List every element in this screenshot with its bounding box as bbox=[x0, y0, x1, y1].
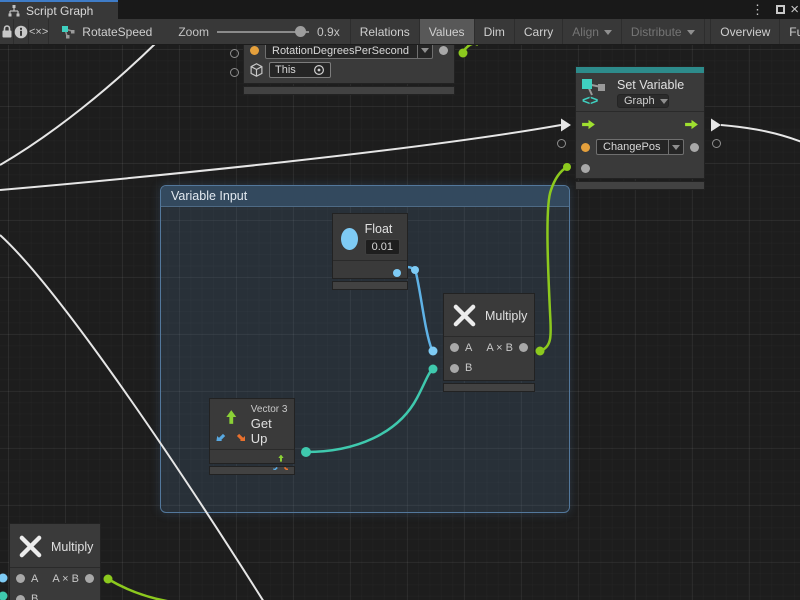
zoom-control: Zoom 0.9x bbox=[168, 19, 350, 44]
toolbar-button-values[interactable]: Values bbox=[420, 19, 475, 44]
multiply-icon bbox=[18, 534, 43, 559]
lock-icon bbox=[1, 25, 13, 38]
lock-button[interactable] bbox=[0, 19, 14, 44]
node-title: Set Variable bbox=[617, 78, 684, 92]
node-multiply-2[interactable]: Multiply A A × B B bbox=[9, 523, 101, 600]
port-value-output[interactable] bbox=[393, 269, 401, 277]
node-title: Multiply bbox=[485, 309, 527, 323]
port-value-input[interactable] bbox=[250, 46, 259, 55]
port-value-input[interactable] bbox=[581, 143, 590, 152]
port-input-a[interactable] bbox=[16, 574, 25, 583]
script-graph-window: Variable Input bbox=[0, 0, 800, 600]
tab-bar: Script Graph ⋮ × bbox=[0, 0, 800, 19]
float-value-input[interactable]: 0.01 bbox=[365, 239, 400, 255]
info-button[interactable] bbox=[14, 19, 29, 44]
set-variable-icon: <> bbox=[581, 77, 611, 106]
variable-scope-dropdown[interactable]: Graph bbox=[617, 94, 669, 108]
maximize-icon bbox=[776, 5, 785, 14]
chevron-down-icon[interactable] bbox=[668, 140, 683, 154]
toolbar-button-align[interactable]: Align bbox=[563, 19, 622, 44]
svg-text:<>: <> bbox=[582, 92, 598, 106]
port-ring[interactable] bbox=[557, 139, 566, 148]
zoom-label: Zoom bbox=[178, 25, 209, 39]
port-output[interactable] bbox=[519, 343, 528, 352]
graph-icon bbox=[61, 25, 75, 39]
port-ring[interactable] bbox=[230, 68, 239, 77]
toolbar-spacer bbox=[705, 19, 712, 44]
variable-name-dropdown[interactable]: ChangePos bbox=[596, 139, 684, 155]
chevron-down-icon bbox=[687, 30, 695, 35]
vector3-icon bbox=[216, 410, 245, 441]
close-icon: × bbox=[790, 2, 799, 17]
node-vector3-get-up[interactable]: Vector 3 Get Up bbox=[209, 398, 295, 475]
port-value-output[interactable] bbox=[439, 46, 448, 55]
node-multiply[interactable]: Multiply A A × B B bbox=[443, 293, 535, 392]
graph-breadcrumb[interactable]: RotateSpeed bbox=[49, 19, 162, 44]
scope-label: Graph bbox=[624, 95, 655, 107]
port-label: B bbox=[465, 362, 472, 374]
info-icon bbox=[14, 25, 28, 39]
node-title: Float bbox=[365, 222, 393, 236]
group-header[interactable]: Variable Input bbox=[161, 186, 569, 207]
flow-output-port[interactable] bbox=[684, 119, 699, 130]
float-icon bbox=[341, 228, 358, 250]
object-picker-icon[interactable] bbox=[313, 64, 325, 76]
zoom-slider[interactable] bbox=[217, 31, 309, 33]
port-fallback-input[interactable] bbox=[581, 164, 590, 173]
target-field[interactable]: This bbox=[269, 62, 331, 78]
chevron-down-icon[interactable] bbox=[417, 44, 432, 58]
toolbar-button-carry[interactable]: Carry bbox=[515, 19, 563, 44]
toolbar-button-overview[interactable]: Overview bbox=[711, 19, 780, 44]
cube-icon bbox=[250, 63, 263, 77]
zoom-value: 0.9x bbox=[317, 25, 340, 39]
graph-toolbar: <×> RotateSpeed Zoom 0.9x Relations Valu… bbox=[0, 19, 800, 45]
port-input-b[interactable] bbox=[450, 364, 459, 373]
port-label: A × B bbox=[486, 342, 513, 354]
script-graph-icon bbox=[8, 5, 20, 17]
port-input-b[interactable] bbox=[16, 595, 25, 600]
window-close-button[interactable]: × bbox=[790, 0, 799, 19]
zoom-slider-handle[interactable] bbox=[295, 26, 306, 37]
multiply-icon bbox=[452, 303, 477, 328]
node-title: Get Up bbox=[251, 416, 289, 446]
node-address-bar[interactable] bbox=[243, 86, 455, 95]
tab-script-graph[interactable]: Script Graph bbox=[0, 0, 118, 19]
csharp-preview-button[interactable]: <×> bbox=[29, 19, 49, 44]
node-title: Multiply bbox=[51, 540, 93, 554]
window-menu-button[interactable]: ⋮ bbox=[751, 0, 764, 19]
port-ring[interactable] bbox=[230, 49, 239, 58]
port-input-a[interactable] bbox=[450, 343, 459, 352]
chevron-down-icon bbox=[604, 30, 612, 35]
port-label: A bbox=[465, 342, 472, 354]
node-float-literal[interactable]: Float 0.01 bbox=[332, 213, 408, 290]
toolbar-button-dim[interactable]: Dim bbox=[475, 19, 515, 44]
window-maximize-button[interactable] bbox=[776, 0, 785, 19]
toolbar-button-distribute[interactable]: Distribute bbox=[622, 19, 705, 44]
kebab-menu-icon: ⋮ bbox=[751, 2, 764, 18]
toolbar-button-fullscreen[interactable]: Full Screen bbox=[780, 19, 800, 44]
node-type-label: Vector 3 bbox=[251, 404, 289, 415]
port-ring[interactable] bbox=[712, 139, 721, 148]
port-output[interactable] bbox=[85, 574, 94, 583]
node-address-bar[interactable] bbox=[443, 383, 535, 392]
group-title: Variable Input bbox=[171, 189, 247, 203]
vector3-mini-icon[interactable] bbox=[273, 455, 288, 470]
port-label: A bbox=[31, 573, 38, 585]
variable-name: RotationDegreesPerSecond bbox=[266, 44, 417, 58]
toolbar-button-relations[interactable]: Relations bbox=[351, 19, 420, 44]
target-value: This bbox=[275, 64, 313, 76]
csharp-preview-icon: <×> bbox=[29, 26, 48, 38]
tab-title: Script Graph bbox=[26, 4, 93, 18]
variable-name: ChangePos bbox=[597, 140, 668, 154]
graph-name: RotateSpeed bbox=[82, 25, 152, 39]
node-address-bar[interactable] bbox=[575, 181, 705, 190]
port-label: B bbox=[31, 593, 38, 600]
flow-input-port[interactable] bbox=[581, 119, 596, 130]
port-label: A × B bbox=[52, 573, 79, 585]
port-value-output[interactable] bbox=[690, 143, 699, 152]
node-get-variable[interactable]: RotationDegreesPerSecond This bbox=[243, 38, 455, 95]
node-set-variable[interactable]: <> Set Variable Graph bbox=[575, 66, 705, 190]
